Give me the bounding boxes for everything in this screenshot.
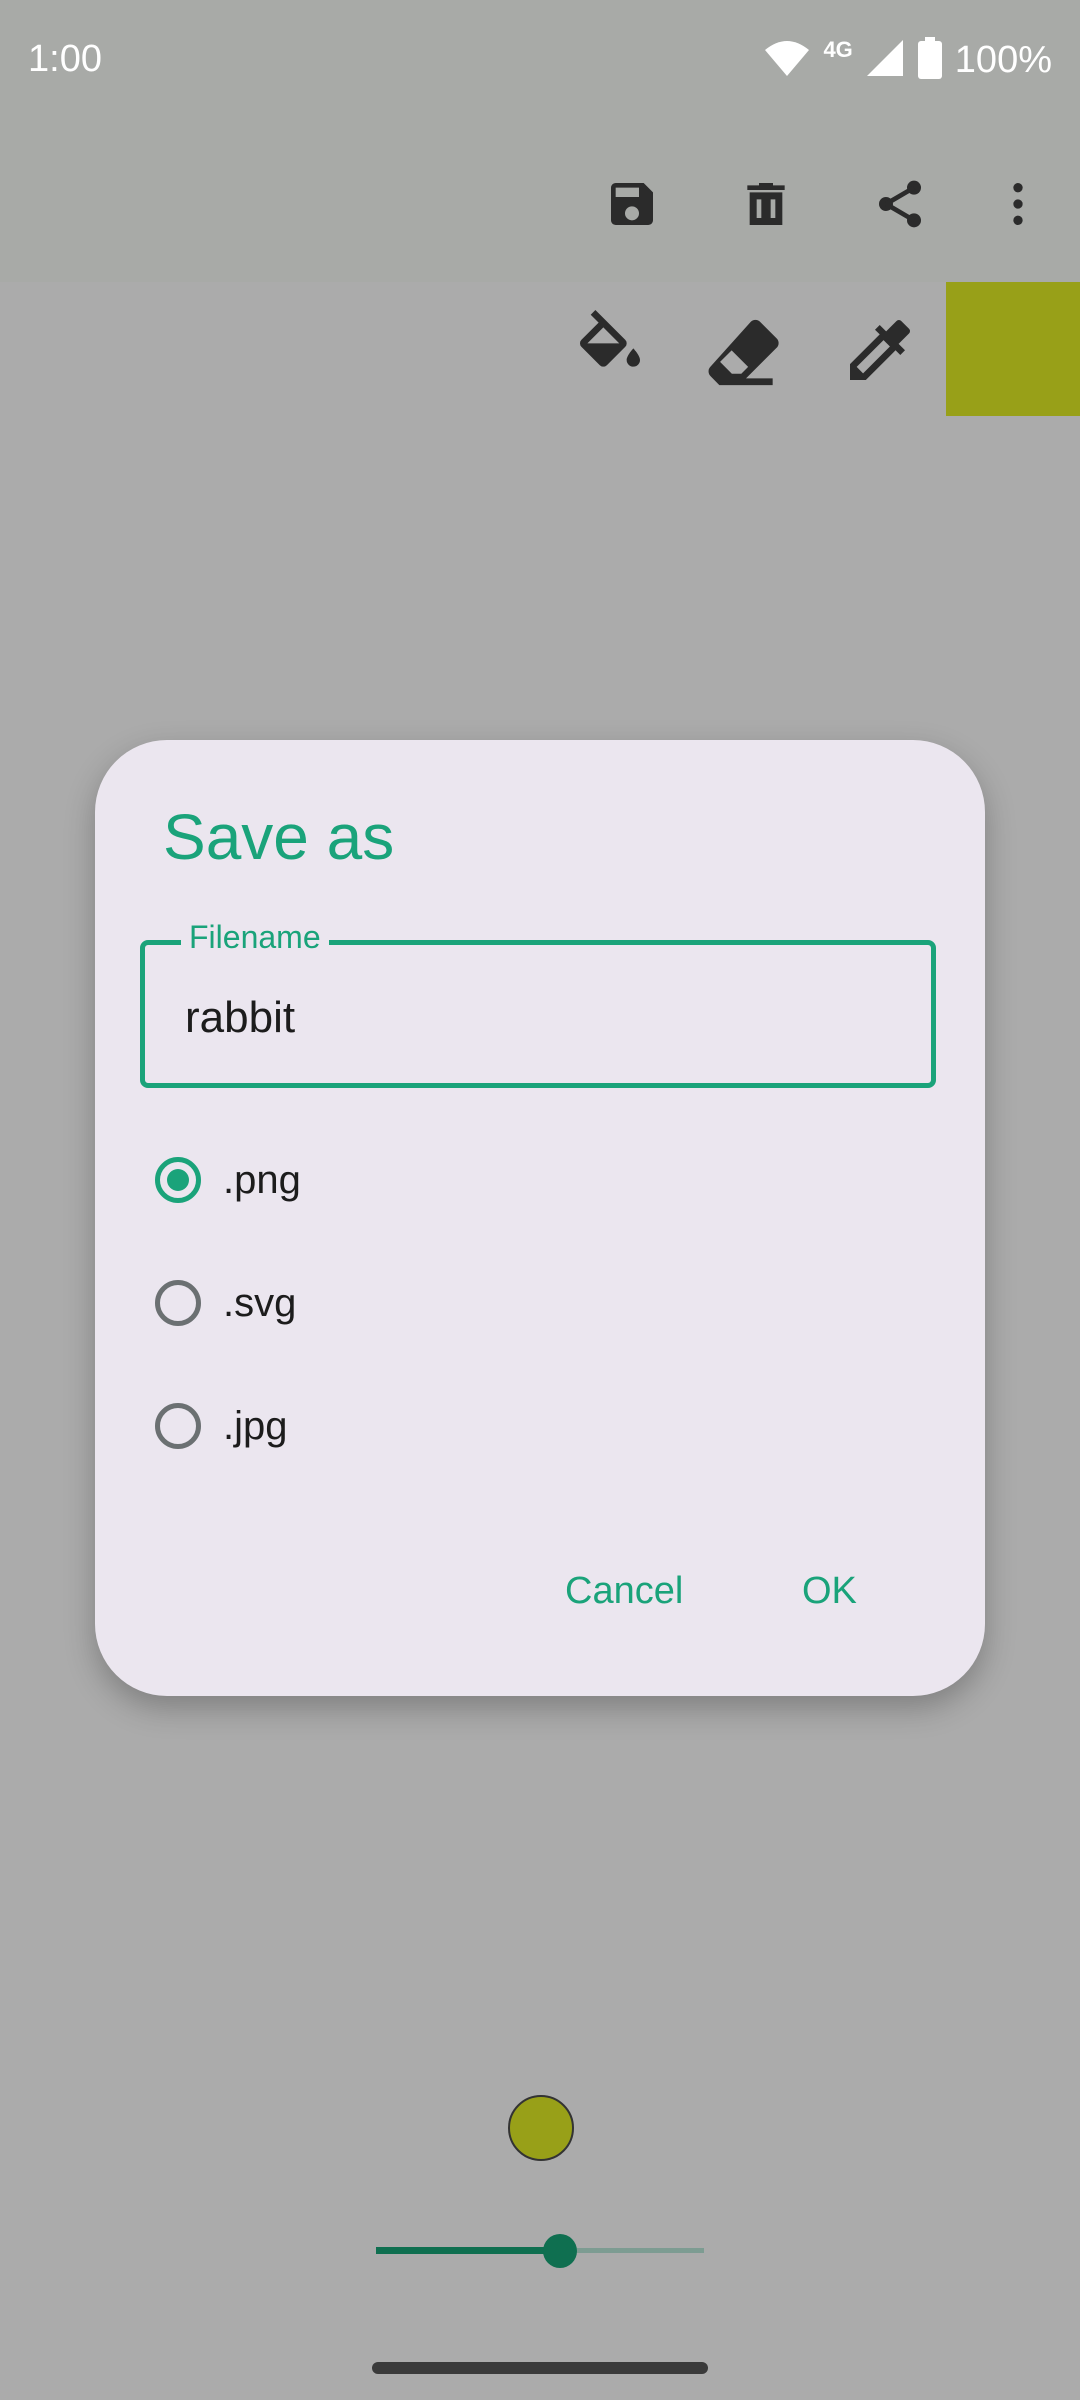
slider-fill — [376, 2247, 560, 2254]
status-bar: 1:00 4G 100% — [0, 0, 1080, 128]
battery-icon — [917, 36, 943, 84]
save-as-dialog: Save as Filename .png .svg .jpg Cancel O… — [95, 740, 985, 1696]
eraser-icon[interactable] — [698, 302, 794, 398]
format-label-jpg: .jpg — [223, 1403, 288, 1448]
delete-icon[interactable] — [724, 162, 808, 246]
app-toolbar — [0, 128, 1080, 282]
current-color-swatch[interactable] — [946, 282, 1080, 416]
network-type: 4G — [823, 37, 853, 62]
brush-size-slider[interactable] — [376, 2230, 704, 2270]
eyedropper-icon[interactable] — [832, 302, 928, 398]
brush-preview — [508, 2095, 574, 2161]
filename-field[interactable]: Filename — [140, 919, 936, 1088]
dialog-title: Save as — [163, 801, 395, 873]
signal-icon — [865, 38, 905, 83]
radio-png[interactable] — [155, 1157, 201, 1203]
battery-level: 100% — [954, 38, 1052, 81]
ok-button[interactable]: OK — [782, 1560, 877, 1623]
tools-row — [0, 282, 1080, 416]
format-label-svg: .svg — [223, 1280, 297, 1325]
format-option-png[interactable]: .png — [155, 1145, 301, 1215]
cancel-button[interactable]: Cancel — [545, 1560, 703, 1623]
radio-jpg[interactable] — [155, 1403, 201, 1449]
filename-label: Filename — [181, 919, 329, 956]
filename-input[interactable] — [185, 993, 885, 1043]
more-vert-icon[interactable] — [976, 162, 1060, 246]
format-label-png: .png — [223, 1157, 301, 1202]
status-icons: 4G 100% — [763, 36, 1052, 84]
radio-svg[interactable] — [155, 1280, 201, 1326]
format-option-jpg[interactable]: .jpg — [155, 1391, 288, 1461]
status-time: 1:00 — [28, 38, 102, 80]
wifi-icon — [763, 38, 811, 83]
fill-bucket-icon[interactable] — [562, 302, 658, 398]
format-option-svg[interactable]: .svg — [155, 1268, 296, 1338]
share-icon[interactable] — [858, 162, 942, 246]
gesture-nav-handle[interactable] — [372, 2362, 708, 2374]
slider-thumb[interactable] — [542, 2234, 577, 2268]
save-icon[interactable] — [590, 162, 674, 246]
